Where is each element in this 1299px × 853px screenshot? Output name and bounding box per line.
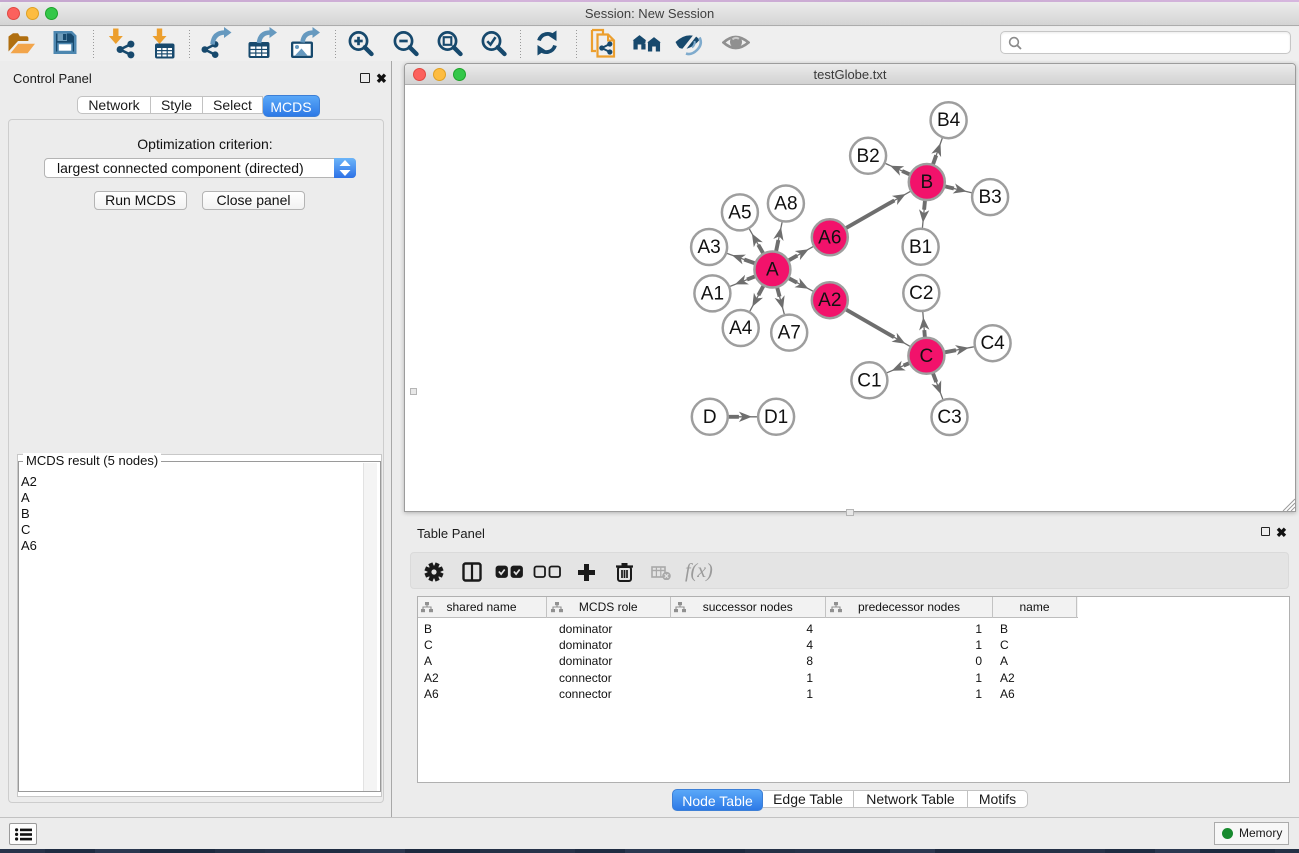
svg-text:B3: B3 [978,187,1001,208]
svg-text:D: D [703,407,717,428]
svg-text:A3: A3 [697,237,720,258]
svg-text:A6: A6 [818,227,841,248]
svg-text:C3: C3 [937,407,961,428]
svg-text:B2: B2 [856,146,879,167]
svg-text:B: B [920,172,933,193]
svg-text:C4: C4 [980,333,1005,354]
svg-text:A1: A1 [701,283,724,304]
svg-text:C: C [920,346,934,367]
svg-text:D1: D1 [764,407,788,428]
svg-text:A5: A5 [728,202,751,223]
svg-text:A7: A7 [778,323,801,344]
svg-text:B1: B1 [909,237,932,258]
svg-text:A8: A8 [774,194,797,215]
svg-text:A2: A2 [818,290,841,311]
svg-text:C2: C2 [909,283,933,304]
svg-text:A4: A4 [729,318,753,339]
svg-text:B4: B4 [937,110,961,131]
svg-text:C1: C1 [857,370,881,391]
svg-text:A: A [766,260,779,281]
